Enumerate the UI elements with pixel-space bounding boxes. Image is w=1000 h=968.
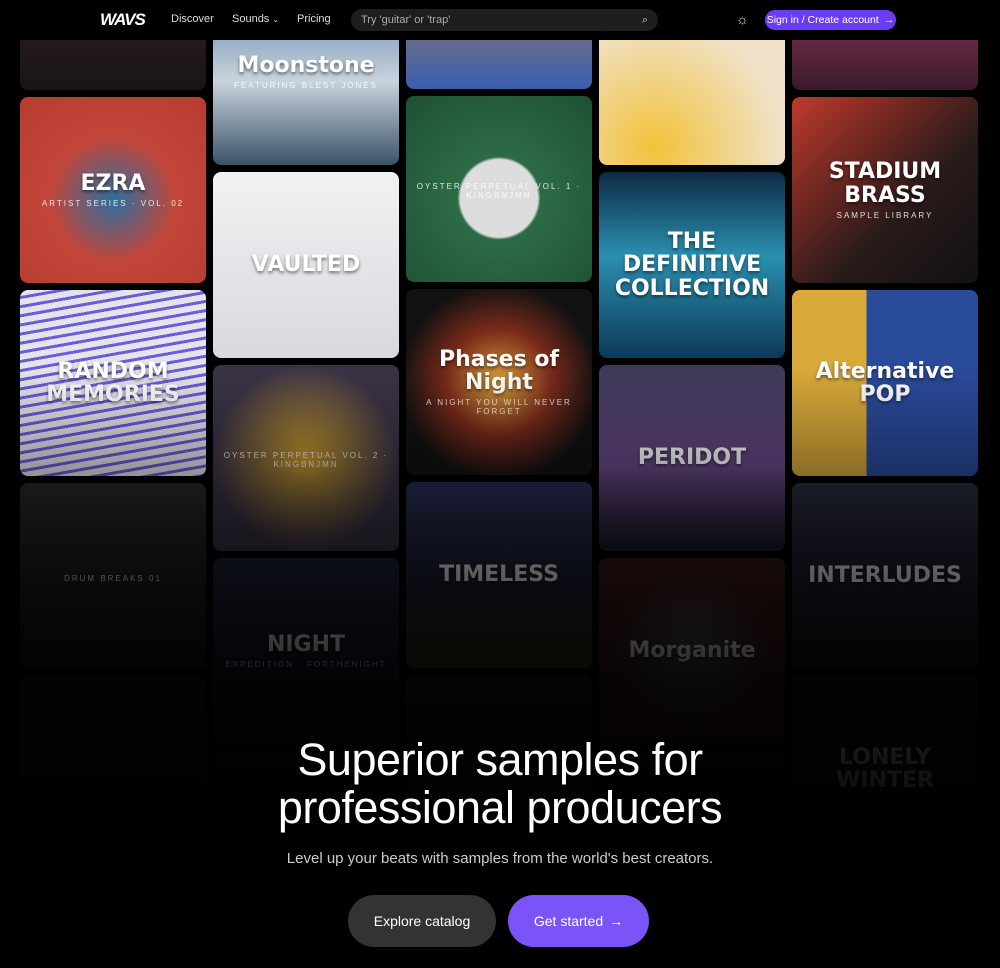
theme-toggle-sun-icon[interactable]: ☼ (736, 11, 749, 27)
cover-title: Alternative POP (815, 358, 955, 407)
cover-title: INTERLUDES (808, 563, 962, 589)
search-input[interactable] (361, 14, 621, 26)
arrow-right-icon: → (883, 14, 895, 26)
hero-title-line2: professional producers (277, 782, 723, 833)
get-started-button[interactable]: Get started → (508, 895, 649, 947)
cover-subtitle: ARTIST SERIES · VOL. 02 (41, 199, 185, 209)
hero-title-line1: Superior samples for (297, 734, 703, 785)
nav-discover[interactable]: Discover (171, 13, 214, 25)
cover-title: TIMELESS (439, 562, 559, 588)
album-cover[interactable]: INTERLUDES (792, 483, 978, 669)
cover-title: STADIUM BRASS (828, 159, 942, 208)
cover-title: Moonstone (237, 52, 375, 78)
cover-subtitle: OYSTER PERPETUAL VOL. 1 · KINGBNJMN (416, 182, 582, 200)
logo[interactable]: WAVS (100, 10, 146, 30)
album-cover[interactable]: Morganite (599, 558, 785, 744)
hero-subtitle: Level up your beats with samples from th… (286, 850, 714, 867)
explore-catalog-button[interactable]: Explore catalog (348, 895, 496, 947)
album-cover[interactable]: NIGHT EXPEDITION · FORTHENIGHT (213, 558, 399, 744)
album-cover[interactable]: EZRA ARTIST SERIES · VOL. 02 (20, 97, 206, 283)
album-cover[interactable]: Alternative POP (792, 290, 978, 476)
cover-title: RANDOM MEMORIES (46, 358, 180, 407)
search-bar: ⌕ (351, 9, 658, 31)
album-cover[interactable]: STADIUM BRASS SAMPLE LIBRARY (792, 97, 978, 283)
sign-in-label: Sign in / Create account (766, 14, 879, 26)
nav-sounds[interactable]: Sounds ⌄ (232, 13, 279, 25)
arrow-right-icon: → (609, 913, 624, 929)
album-cover[interactable]: OYSTER PERPETUAL VOL. 1 · KINGBNJMN (406, 96, 592, 282)
cover-subtitle: SAMPLE LIBRARY (836, 210, 934, 220)
cover-subtitle: A NIGHT YOU WILL NEVER FORGET (426, 398, 572, 417)
cover-title: Phases of Night (438, 346, 560, 395)
search-icon[interactable]: ⌕ (642, 14, 648, 27)
album-cover[interactable]: PERIDOT (599, 365, 785, 551)
cover-title: VAULTED (251, 252, 361, 278)
nav-pricing[interactable]: Pricing (297, 13, 331, 25)
get-started-label: Get started (533, 913, 604, 929)
album-cover[interactable]: OYSTER PERPETUAL VOL. 2 · KINGBNJMN (213, 365, 399, 551)
album-cover[interactable]: Phases of Night A NIGHT YOU WILL NEVER FO… (406, 289, 592, 475)
hero-title: Superior samples for professional produce… (0, 736, 1000, 832)
cover-subtitle: DRUM BREAKS 01 (64, 573, 162, 583)
top-nav: WAVS Discover Sounds ⌄ Pricing ⌕ ☼ Sign … (0, 0, 1000, 40)
album-cover[interactable]: THE DEFINITIVE COLLECTION (599, 172, 785, 358)
album-cover[interactable]: DRUM BREAKS 01 (20, 483, 206, 669)
nav-sounds-label: Sounds (232, 13, 270, 25)
chevron-down-icon: ⌄ (272, 15, 280, 24)
album-cover[interactable]: RANDOM MEMORIES (20, 290, 206, 476)
album-cover[interactable]: VAULTED (213, 172, 399, 358)
sign-in-button[interactable]: Sign in / Create account → (765, 10, 896, 30)
cover-subtitle: OYSTER PERPETUAL VOL. 2 · KINGBNJMN (223, 451, 389, 469)
album-cover[interactable]: TIMELESS (406, 482, 592, 668)
cover-title: NIGHT (266, 631, 346, 657)
cover-subtitle: FEATURING BLEST JONES (234, 81, 378, 91)
cover-title: THE DEFINITIVE COLLECTION (614, 229, 770, 301)
cover-subtitle: EXPEDITION · FORTHENIGHT (225, 660, 387, 670)
cover-title: EZRA (80, 170, 146, 196)
cover-title: PERIDOT (637, 445, 747, 471)
cover-title: Morganite (628, 638, 756, 664)
hero: Superior samples for professional produce… (0, 736, 1000, 868)
